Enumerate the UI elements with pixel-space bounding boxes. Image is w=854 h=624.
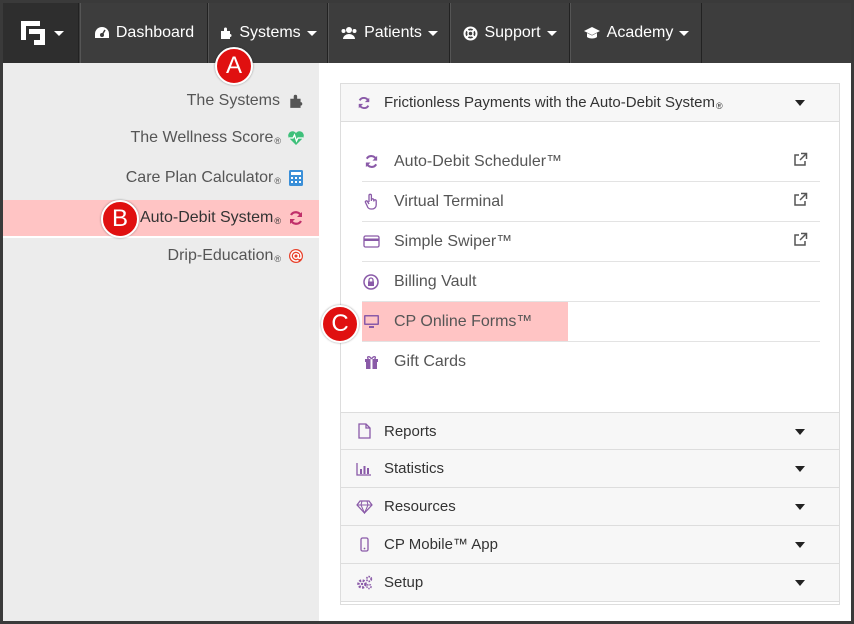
puzzle-icon — [287, 92, 305, 110]
nav-patients-label: Patients — [364, 24, 422, 41]
chevron-down-icon — [546, 30, 557, 36]
callout-b: B — [101, 200, 139, 238]
diamond-icon — [355, 499, 373, 514]
registered-mark: ® — [274, 254, 281, 264]
logo-icon — [20, 21, 45, 45]
mobile-icon — [355, 537, 373, 552]
sidebar-item-wellness-score[interactable]: The Wellness Score ® — [3, 120, 319, 156]
sidebar-item-label: Drip-Education — [167, 247, 274, 264]
nav-academy-label: Academy — [606, 24, 674, 41]
credit-card-icon — [362, 235, 380, 248]
sidebar-item-auto-debit-system[interactable]: Auto-Debit System ® — [3, 200, 319, 236]
submenu-item-label: Auto-Debit Scheduler™ — [394, 152, 563, 170]
monitor-icon — [362, 314, 380, 329]
caret-down-icon — [795, 542, 805, 548]
nav-support-label: Support — [484, 24, 541, 41]
main-content: Frictionless Payments with the Auto-Debi… — [319, 63, 851, 621]
users-icon — [340, 26, 358, 40]
submenu-item-label: Gift Cards — [394, 353, 467, 370]
accordion-header-label: Frictionless Payments with the Auto-Debi… — [384, 94, 715, 111]
callout-c: C — [321, 305, 359, 343]
submenu-item-label: CP Online Forms™ — [394, 312, 533, 330]
accordion-header-setup[interactable]: Setup — [341, 564, 839, 602]
gears-icon — [355, 575, 373, 590]
chevron-down-icon — [427, 30, 438, 36]
accordion-panel: Frictionless Payments with the Auto-Debi… — [340, 83, 840, 605]
sidebar-item-label: The Wellness Score — [130, 129, 274, 146]
nav-patients[interactable]: Patients — [328, 3, 450, 63]
chevron-down-icon — [53, 30, 64, 36]
sidebar-item-label: Care Plan Calculator — [125, 169, 274, 186]
bar-chart-icon — [355, 462, 373, 476]
puzzle-icon — [219, 26, 233, 40]
accordion-header-resources[interactable]: Resources — [341, 488, 839, 526]
external-link-icon[interactable] — [793, 192, 808, 212]
refresh-icon — [287, 209, 305, 227]
dashboard-icon — [94, 26, 110, 40]
gift-icon — [362, 355, 380, 370]
callout-a: A — [215, 47, 253, 85]
accordion-header-label: Statistics — [384, 460, 445, 477]
external-link-icon[interactable] — [793, 152, 808, 172]
file-icon — [355, 423, 373, 439]
external-link-icon[interactable] — [793, 232, 808, 252]
caret-down-icon — [795, 504, 805, 510]
registered-mark: ® — [274, 176, 281, 186]
accordion-header-statistics[interactable]: Statistics — [341, 450, 839, 488]
submenu-item-auto-debit-scheduler[interactable]: Auto-Debit Scheduler™ — [362, 142, 820, 182]
calculator-icon — [287, 169, 305, 187]
graduation-cap-icon — [583, 26, 601, 40]
sidebar-item-label: The Systems — [186, 92, 280, 109]
submenu-item-cp-online-forms[interactable]: CP Online Forms™ — [362, 302, 820, 342]
accordion-header-reports[interactable]: Reports — [341, 412, 839, 450]
nav-support[interactable]: Support — [450, 3, 570, 63]
chevron-down-icon — [306, 30, 317, 36]
accordion-header-label: Reports — [384, 422, 437, 440]
submenu-item-gift-cards[interactable]: Gift Cards — [362, 342, 820, 382]
caret-down-icon — [795, 580, 805, 586]
at-sign-icon — [287, 247, 305, 265]
nav-systems-label: Systems — [239, 24, 301, 41]
accordion-header-label: CP Mobile™ App — [384, 536, 498, 553]
accordion-header-cp-mobile-app[interactable]: CP Mobile™ App — [341, 526, 839, 564]
heartbeat-icon — [287, 129, 305, 147]
lifebuoy-icon — [463, 26, 478, 41]
registered-mark: ® — [274, 136, 281, 146]
accordion-header-label: Setup — [384, 574, 424, 591]
sidebar-item-the-systems[interactable]: The Systems — [3, 83, 319, 119]
submenu-item-simple-swiper[interactable]: Simple Swiper™ — [362, 222, 820, 262]
submenu-item-label: Billing Vault — [394, 272, 477, 290]
refresh-icon — [355, 96, 373, 110]
sidebar-item-label: Auto-Debit System — [139, 209, 274, 226]
accordion-header-label: Resources — [384, 498, 456, 515]
pointer-hand-icon — [362, 193, 380, 210]
top-navbar: Dashboard Systems Patients Support Acade… — [3, 3, 851, 63]
caret-down-icon — [795, 100, 805, 106]
registered-mark: ® — [274, 216, 281, 226]
lock-icon — [362, 273, 380, 290]
sidebar-item-care-plan-calculator[interactable]: Care Plan Calculator ® — [3, 160, 319, 196]
nav-dashboard[interactable]: Dashboard — [80, 3, 208, 63]
accordion-header-auto-debit[interactable]: Frictionless Payments with the Auto-Debi… — [341, 84, 839, 122]
caret-down-icon — [795, 429, 805, 435]
app-window: Dashboard Systems Patients Support Acade… — [0, 0, 854, 624]
sidebar: The Systems The Wellness Score ® Care Pl… — [3, 63, 319, 621]
chevron-down-icon — [679, 30, 690, 36]
submenu-item-label: Simple Swiper™ — [394, 232, 513, 250]
nav-dashboard-label: Dashboard — [115, 24, 195, 41]
nav-academy[interactable]: Academy — [570, 3, 702, 63]
submenu-item-virtual-terminal[interactable]: Virtual Terminal — [362, 182, 820, 222]
refresh-icon — [362, 154, 380, 169]
sidebar-item-drip-education[interactable]: Drip-Education ® — [3, 238, 319, 274]
caret-down-icon — [795, 466, 805, 472]
logo-menu-button[interactable] — [3, 3, 79, 63]
submenu-item-label: Virtual Terminal — [394, 192, 504, 210]
submenu-item-billing-vault[interactable]: Billing Vault — [362, 262, 820, 302]
registered-mark: ® — [715, 100, 723, 111]
